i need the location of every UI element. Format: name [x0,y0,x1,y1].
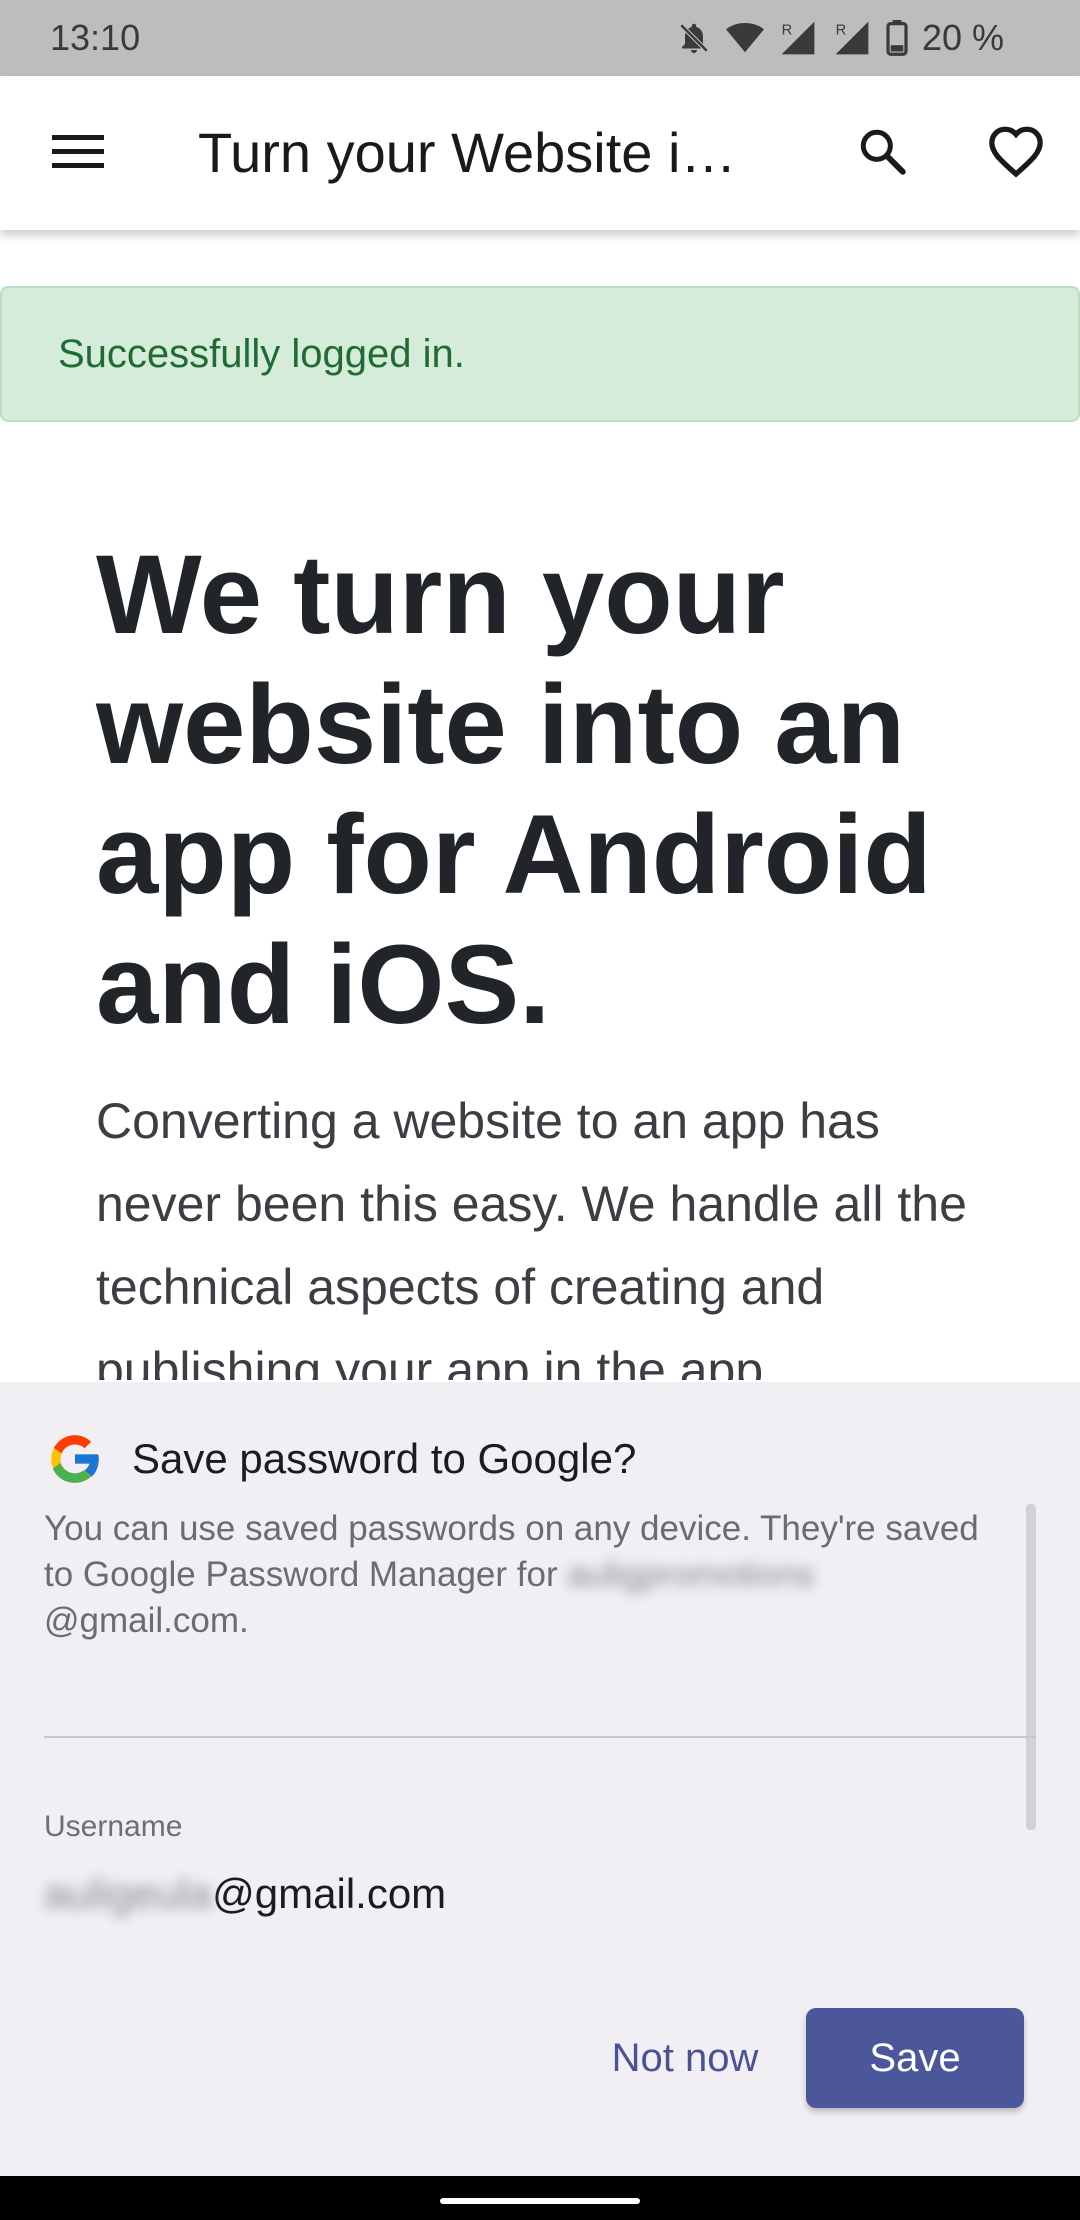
blurred-email: auligpromotions [567,1555,815,1594]
favorite-button[interactable] [974,118,1058,188]
page-title: Turn your Website i… [198,121,737,184]
sheet-description: You can use saved passwords on any devic… [44,1506,1004,1644]
status-bar: 13:10 R R 20 % [0,0,1080,76]
menu-button[interactable] [38,118,118,188]
search-icon [857,126,907,181]
heart-icon [987,124,1045,183]
username-value: auligeula@gmail.com [44,1866,446,1922]
hero-title: We turn your website into an app for And… [96,532,932,1047]
sheet-description-text: You can use saved passwords on any devic… [44,1509,979,1594]
hero-description: Converting a website to an app has never… [96,1093,967,1380]
wifi-icon [725,21,764,55]
username-label: Username [44,1810,183,1843]
navigation-bar [0,2176,1080,2220]
divider [44,1736,1036,1738]
menu-icon [52,131,104,176]
alert-message: Successfully logged in. [58,331,465,376]
battery-level: 20 % [921,17,1004,58]
success-alert: Successfully logged in. [0,286,1080,422]
not-now-button[interactable]: Not now [578,2008,792,2108]
username-domain: @gmail.com [212,1870,447,1917]
sheet-title: Save password to Google? [132,1435,637,1482]
search-button[interactable] [842,118,922,188]
email-domain: @gmail.com. [44,1601,249,1640]
status-time: 13:10 [50,17,141,58]
battery-icon [886,20,908,56]
sheet-scrollbar[interactable] [1026,1504,1036,1830]
signal-r-icon: R [832,20,872,56]
app-bar: Turn your Website i… [0,76,1080,230]
home-gesture-handle[interactable] [440,2198,640,2204]
notifications-off-icon [676,20,712,56]
signal-r-icon: R [778,20,818,56]
save-password-sheet: Save password to Google? You can use sav… [0,1382,1080,2176]
blurred-username: auligeula [44,1870,213,1917]
save-button[interactable]: Save [806,2008,1024,2108]
svg-text:R: R [782,23,793,39]
google-logo-icon [44,1428,106,1490]
svg-text:R: R [836,23,847,39]
